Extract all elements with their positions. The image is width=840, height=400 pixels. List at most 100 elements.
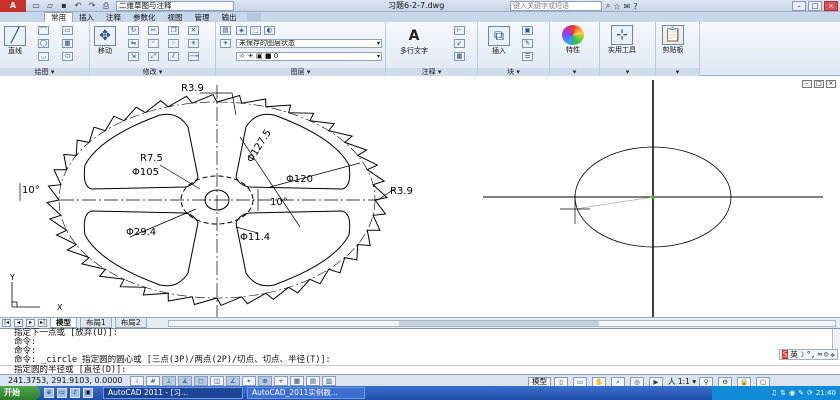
- fillet-icon[interactable]: ◜: [148, 39, 159, 48]
- showmotion-icon[interactable]: ▶: [649, 376, 663, 387]
- copy-icon[interactable]: ❐: [168, 26, 179, 35]
- last-layout-button[interactable]: ▸|: [38, 319, 47, 327]
- first-layout-button[interactable]: |◂: [2, 319, 11, 327]
- ie-icon[interactable]: e: [44, 388, 54, 398]
- rectangle-icon[interactable]: ▭: [62, 26, 73, 35]
- table-icon[interactable]: ▦: [454, 52, 465, 61]
- layers-panel-label[interactable]: 图层 ▾: [216, 68, 385, 76]
- model-space-toggle[interactable]: 模型: [528, 376, 551, 387]
- zoom-icon[interactable]: ⌕: [611, 376, 625, 387]
- clipboard-panel-dropdown[interactable]: ▾: [656, 68, 699, 76]
- minimize-button[interactable]: –: [792, 1, 806, 11]
- array-icon[interactable]: ⁘: [168, 39, 179, 48]
- utilities-panel-dropdown[interactable]: ▾: [600, 68, 655, 76]
- layer-combo[interactable]: ☼ ☀ ▣ ■ 0 ▾: [236, 52, 382, 61]
- object-snap-icon[interactable]: ◻: [194, 375, 208, 386]
- horizontal-scrollbar[interactable]: [168, 320, 836, 327]
- annotation-visibility-icon[interactable]: ⚲: [699, 376, 714, 387]
- tab-output[interactable]: 输出: [216, 13, 243, 22]
- modify-panel-label[interactable]: 修改 ▾: [90, 68, 215, 76]
- sogou-logo-icon[interactable]: S: [781, 350, 789, 359]
- grid-display-icon[interactable]: #: [146, 375, 160, 386]
- scrollbar-thumb[interactable]: [399, 321, 599, 326]
- object-snap-tracking-icon[interactable]: ∠: [226, 375, 240, 386]
- explode-icon[interactable]: ✳: [188, 39, 199, 48]
- mirror-icon[interactable]: ⇋: [128, 39, 139, 48]
- tab-layout1[interactable]: 布局1: [80, 318, 112, 328]
- punctuation-icon[interactable]: °,: [806, 350, 815, 359]
- layer-state-combo[interactable]: 未保存的图层状态 ▾: [236, 39, 382, 48]
- command-scrollbar[interactable]: [832, 329, 840, 349]
- tray-network-icon[interactable]: ⇅: [780, 389, 786, 397]
- tab-manage[interactable]: 管理: [189, 13, 216, 22]
- utilities-tool[interactable]: ⊹ 实用工具: [608, 25, 636, 55]
- user-icon[interactable]: ☺: [824, 350, 829, 359]
- draw-panel-label[interactable]: 绘图 ▾: [0, 68, 89, 76]
- command-input[interactable]: 指定圆的半径或 [直径(D)]:: [0, 365, 840, 375]
- clean-screen-icon[interactable]: ▢: [756, 376, 771, 387]
- hatch-icon[interactable]: ▦: [62, 39, 73, 48]
- close-button[interactable]: ×: [824, 1, 838, 11]
- layer-properties-icon[interactable]: ▤: [220, 26, 231, 35]
- selection-cycling-icon[interactable]: ▥: [322, 375, 336, 386]
- transparency-icon[interactable]: ▦: [290, 375, 304, 386]
- ime-language-toggle[interactable]: 英: [790, 350, 798, 359]
- ortho-mode-icon[interactable]: ⊥: [162, 375, 176, 386]
- erase-icon[interactable]: ✕: [188, 26, 199, 35]
- arc-icon[interactable]: ◡: [38, 52, 49, 61]
- scale-icon[interactable]: ⤢: [148, 52, 159, 61]
- keyboard-icon[interactable]: ⌨: [817, 350, 822, 359]
- quick-properties-icon[interactable]: ▤: [306, 375, 320, 386]
- quick-view-layouts-icon[interactable]: ▯: [554, 376, 568, 387]
- tray-ime-icon[interactable]: ✎: [798, 389, 804, 397]
- plot-icon[interactable]: ⎙: [100, 1, 112, 11]
- annotation-panel-label[interactable]: 注释 ▾: [386, 68, 477, 76]
- snap-mode-icon[interactable]: ⁞: [130, 375, 144, 386]
- moon-icon[interactable]: ☽: [800, 350, 805, 359]
- search-icon[interactable]: ⌕: [606, 1, 610, 11]
- start-button[interactable]: 开始: [0, 386, 40, 400]
- clipboard-tool[interactable]: 📋 剪贴板: [662, 25, 684, 55]
- settings-icon[interactable]: ✲: [830, 350, 835, 359]
- properties-tool[interactable]: 特性: [562, 25, 584, 55]
- 3d-osnap-icon[interactable]: ◫: [210, 375, 224, 386]
- maximize-button[interactable]: □: [808, 1, 822, 11]
- dynamic-input-icon[interactable]: ⊕: [258, 375, 272, 386]
- viewport-close-button[interactable]: ×: [826, 80, 836, 88]
- undo-icon[interactable]: ↶: [72, 1, 84, 11]
- steering-wheel-icon[interactable]: ◎: [630, 376, 644, 387]
- next-layout-button[interactable]: ▸: [26, 319, 35, 327]
- drawing-area[interactable]: R3.9 Φ127.5 R7.5 Φ105 Φ120 10° 10° R3.9 Φ29.4 Φ11…: [0, 77, 840, 317]
- edit-block-icon[interactable]: ✎: [522, 39, 533, 48]
- tab-insert[interactable]: 插入: [73, 13, 100, 22]
- polyline-icon[interactable]: ⌒: [38, 26, 49, 35]
- create-block-icon[interactable]: ▣: [522, 26, 533, 35]
- tray-update-icon[interactable]: ⟳: [807, 389, 813, 397]
- tray-security-icon[interactable]: ◉: [789, 389, 795, 397]
- communication-icon[interactable]: ✉: [624, 2, 631, 11]
- workspace-switch-icon[interactable]: ⚙: [718, 376, 733, 387]
- layer-off-icon[interactable]: ◐: [264, 26, 275, 35]
- layer-match-icon[interactable]: ⬚: [250, 26, 261, 35]
- tab-parametric[interactable]: 参数化: [127, 13, 162, 22]
- trim-icon[interactable]: ✂: [148, 26, 159, 35]
- ribbon-minimize-button[interactable]: [246, 13, 261, 21]
- taskbar-item-autocad[interactable]: AutoCAD 2011 - [习...: [103, 387, 243, 399]
- quick-view-drawings-icon[interactable]: ▭: [573, 376, 587, 387]
- ellipse-icon[interactable]: ⬭: [62, 52, 73, 61]
- help-search-input[interactable]: 键入关键字或短语: [510, 1, 602, 11]
- polar-tracking-icon[interactable]: ∡: [178, 375, 192, 386]
- folder-icon[interactable]: ▭: [57, 388, 67, 398]
- ducs-icon[interactable]: ⌖: [242, 375, 256, 386]
- redo-icon[interactable]: ↷: [86, 1, 98, 11]
- tab-layout2[interactable]: 布局2: [114, 318, 147, 328]
- viewport-minimize-button[interactable]: –: [802, 80, 812, 88]
- media-icon[interactable]: ♪: [70, 388, 80, 398]
- insert-block-tool[interactable]: ⧉ 插入: [488, 26, 510, 56]
- tab-home[interactable]: 常用: [44, 12, 73, 22]
- pan-icon[interactable]: ✋: [592, 376, 606, 387]
- circle-icon[interactable]: ◯: [38, 39, 49, 48]
- open-icon[interactable]: ▱: [44, 1, 56, 11]
- multileader-icon[interactable]: ↙: [454, 39, 465, 48]
- block-panel-label[interactable]: 块 ▾: [478, 68, 549, 76]
